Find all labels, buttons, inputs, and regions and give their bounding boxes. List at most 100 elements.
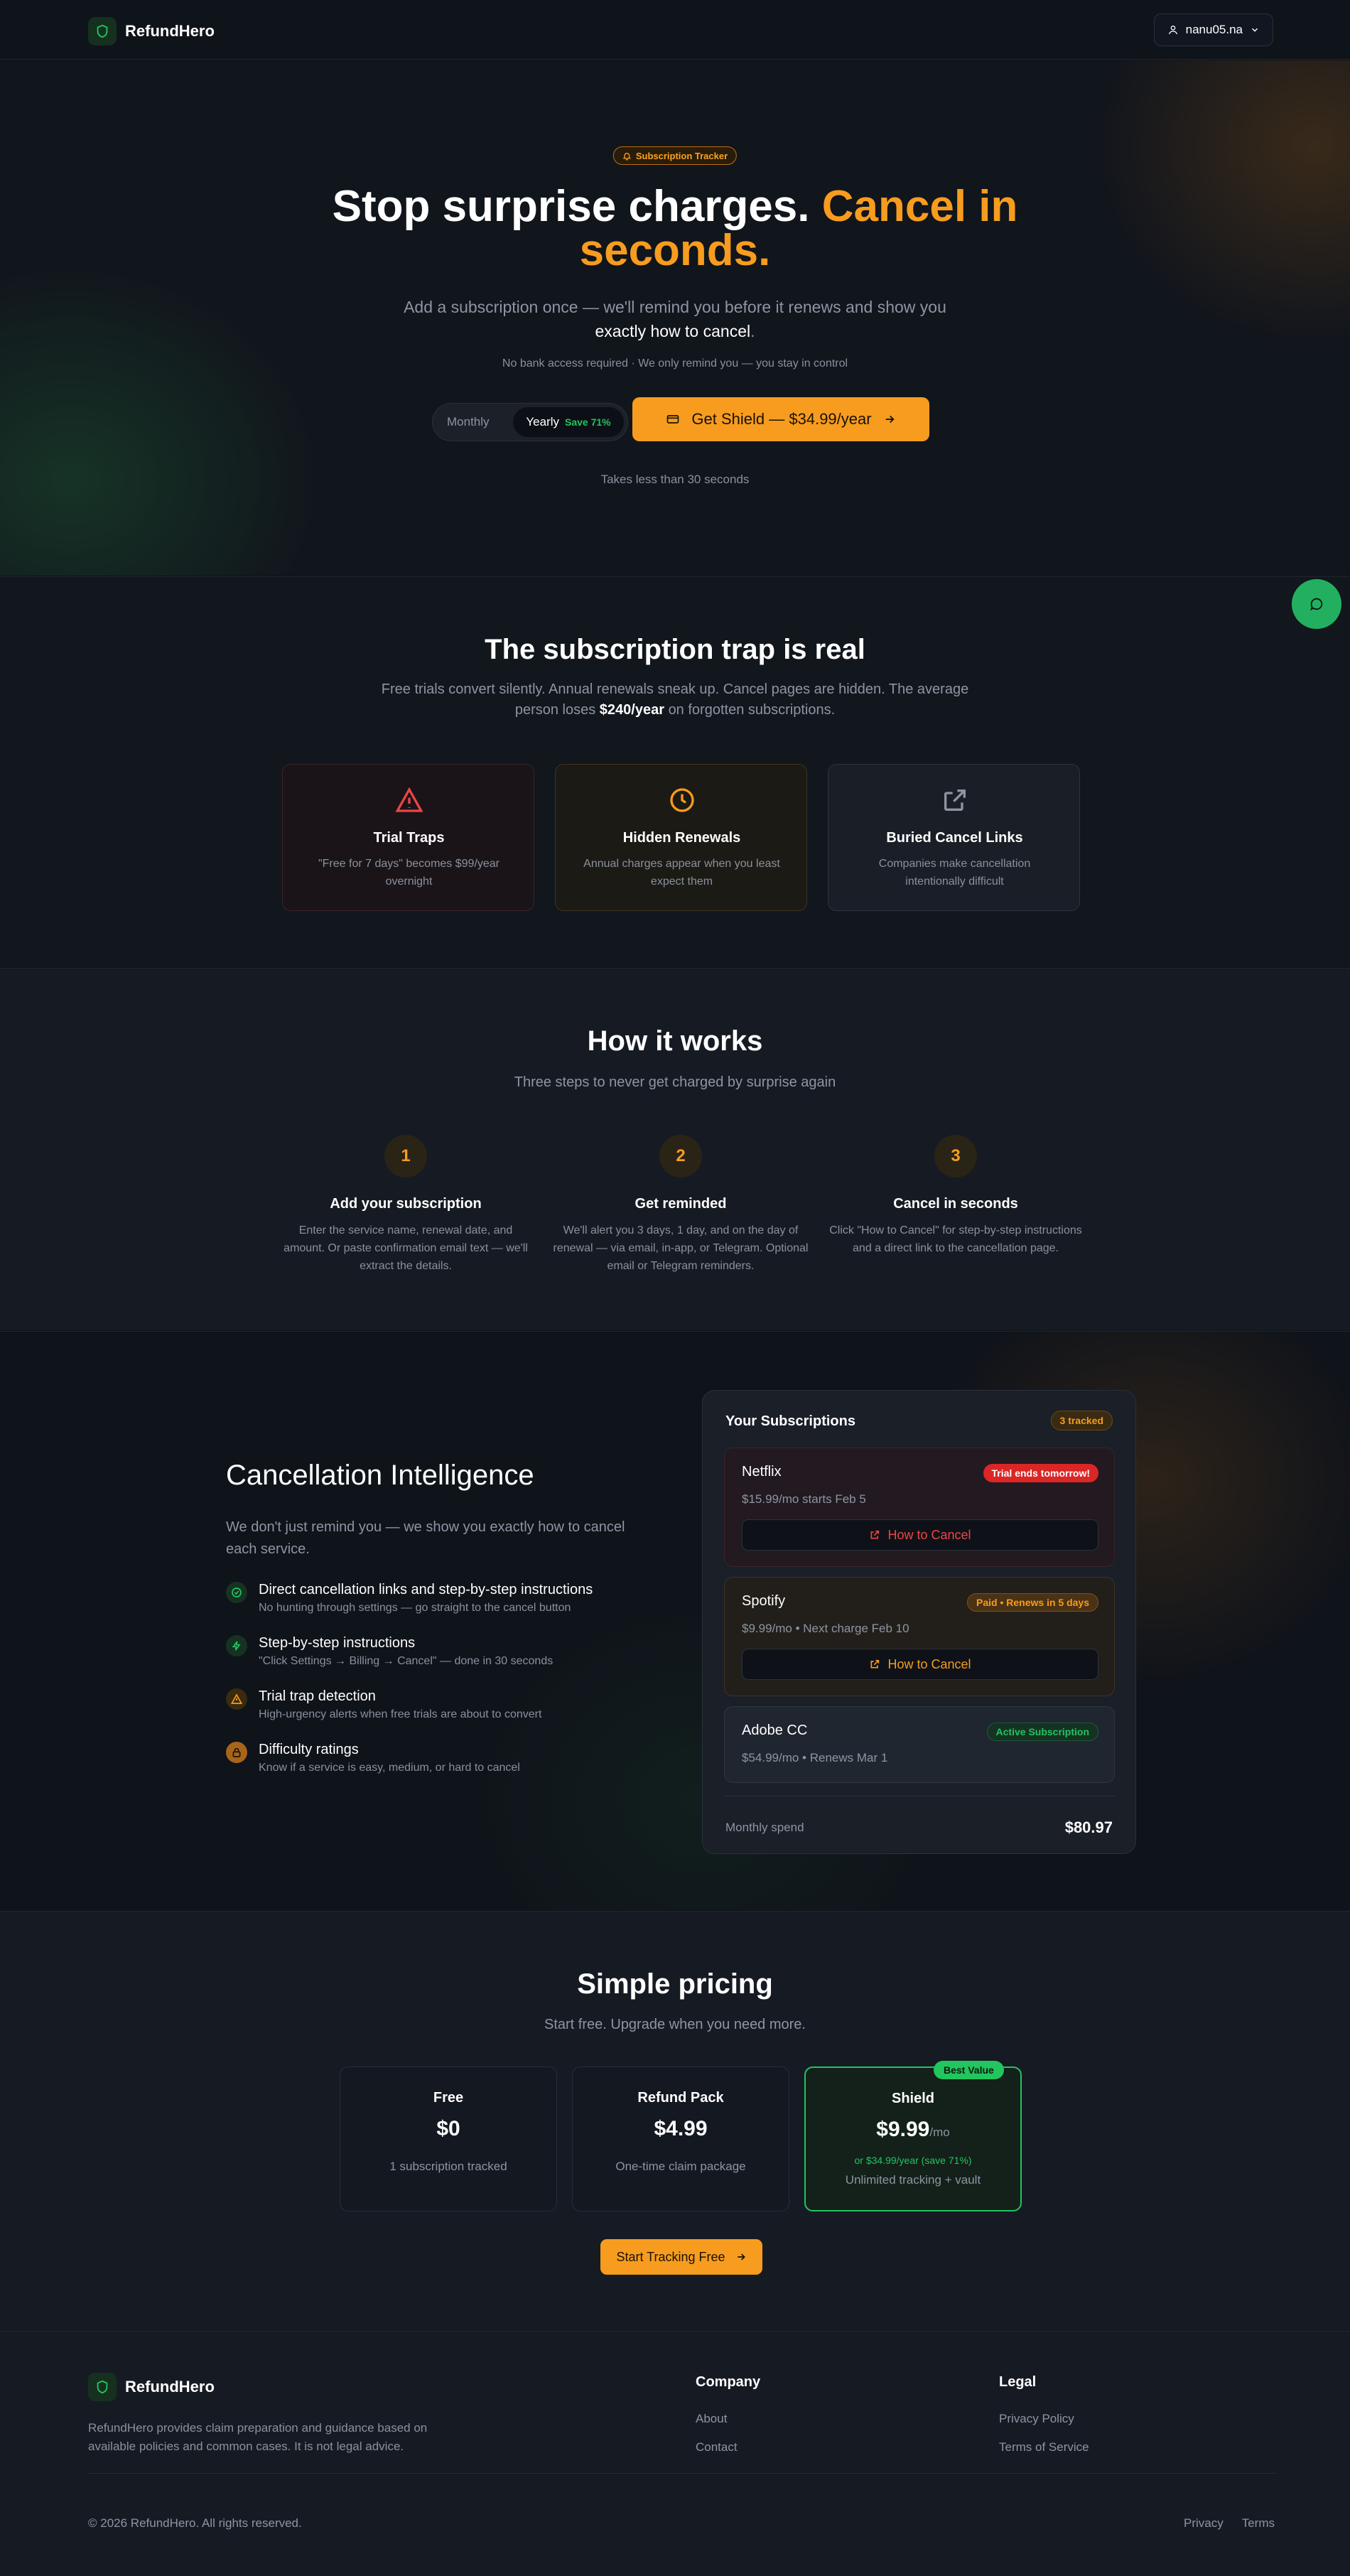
step-desc: We'll alert you 3 days, 1 day, and on th… (553, 1224, 809, 1272)
hero-section: Subscription Tracker Stop surprise charg… (0, 60, 1350, 576)
step-number: 3 (934, 1135, 977, 1177)
card-desc: Companies make cancellation intentionall… (878, 858, 1031, 888)
start-tracking-button[interactable]: Start Tracking Free (600, 2239, 762, 2275)
pricing-section: Simple pricing Start free. Upgrade when … (0, 1911, 1350, 2330)
card-desc: Annual charges appear when you least exp… (583, 858, 780, 888)
subscription-price: $54.99/mo • Renews Mar 1 (742, 1751, 888, 1764)
brand-logo[interactable]: RefundHero (88, 17, 215, 45)
site-footer: RefundHero RefundHero provides claim pre… (0, 2331, 1350, 2576)
hero-subtitle-strong: exactly how to cancel (595, 322, 751, 340)
external-link-icon (870, 1530, 880, 1539)
plan-free[interactable]: Free $0 1 subscription tracked (340, 2066, 557, 2211)
subscription-name: Adobe CC (742, 1723, 808, 1738)
footer-link-terms-of-service[interactable]: Terms of Service (999, 2440, 1089, 2454)
subscription-adobe: Adobe CC Active Subscription $54.99/mo •… (724, 1706, 1115, 1783)
subscriptions-panel: Your Subscriptions 3 tracked Netflix Tri… (702, 1390, 1136, 1854)
feature-desc: High-urgency alerts when free trials are… (259, 1708, 542, 1720)
trap-title: The subscription trap is real (485, 634, 865, 665)
feature-title: Trial trap detection (259, 1688, 376, 1704)
how-to-cancel-button[interactable]: How to Cancel (742, 1519, 1098, 1551)
hero-title-orange-2: seconds. (579, 226, 771, 275)
billing-toggle[interactable]: Monthly Yearly Save 71% (432, 403, 628, 441)
trap-card-renewals: Hidden Renewals Annual charges appear wh… (555, 764, 807, 911)
copyright: © 2026 RefundHero. All rights reserved. (88, 2516, 302, 2530)
start-tracking-label: Start Tracking Free (616, 2249, 725, 2264)
plan-shield[interactable]: Best Value Shield $9.99/mo or $34.99/yea… (804, 2061, 1022, 2211)
footer-legal-col: Legal Privacy Policy Terms of Service (999, 2374, 1089, 2469)
get-shield-button[interactable]: Get Shield — $34.99/year (632, 397, 929, 441)
plan-price: $4.99 (654, 2117, 708, 2140)
toggle-yearly[interactable]: Yearly Save 71% (513, 407, 624, 437)
card-title: Buried Cancel Links (886, 830, 1023, 846)
footer-link-privacy-policy[interactable]: Privacy Policy (999, 2412, 1089, 2426)
plan-name: Shield (891, 2091, 934, 2106)
trap-desc-amount: $240/year (599, 702, 664, 718)
step-title: Get reminded (634, 1196, 727, 1212)
user-name: nanu05.na (1185, 23, 1243, 36)
intel-title: Cancellation Intelligence (226, 1460, 534, 1491)
plan-desc: Unlimited tracking + vault (845, 2173, 981, 2187)
footer-desc: RefundHero provides claim preparation an… (88, 2421, 428, 2453)
plan-desc: 1 subscription tracked (389, 2160, 507, 2173)
plan-price: $9.99/mo (806, 2118, 1020, 2142)
plan-yearly-note: or $34.99/year (save 71%) (854, 2155, 972, 2166)
external-link-icon (944, 789, 966, 811)
subscription-netflix: Netflix Trial ends tomorrow! $15.99/mo s… (724, 1448, 1115, 1567)
trap-card-trial: Trial Traps "Free for 7 days" becomes $9… (282, 764, 534, 911)
plan-price: $0 (436, 2117, 460, 2140)
brand-name: RefundHero (125, 22, 215, 40)
footer-link-contact[interactable]: Contact (696, 2440, 760, 2454)
hero-title-orange-1: Cancel in (821, 182, 1018, 231)
chat-button[interactable] (1292, 579, 1341, 629)
tracked-count-badge: 3 tracked (1050, 1411, 1113, 1430)
footer-brand-name: RefundHero (125, 2378, 215, 2396)
trap-desc-start: person loses (514, 702, 596, 718)
footer-brand[interactable]: RefundHero (88, 2373, 215, 2401)
status-badge: Active Subscription (986, 1723, 1098, 1741)
warning-icon (226, 1688, 247, 1710)
hero-title-white: Stop surprise charges. (332, 182, 810, 231)
feature-title: Step-by-step instructions (259, 1635, 416, 1651)
footer-col-title: Legal (999, 2374, 1037, 2390)
site-header: RefundHero nanu05.na (0, 0, 1350, 60)
bell-icon (622, 152, 632, 161)
arrow-right-icon (885, 415, 895, 424)
footer-col-title: Company (696, 2374, 761, 2390)
step-2: 2 Get reminded We'll alert you 3 days, 1… (553, 1135, 809, 1275)
how-to-cancel-button[interactable]: How to Cancel (742, 1649, 1098, 1680)
arrow-right-icon (737, 2253, 745, 2260)
footer-link-privacy[interactable]: Privacy (1184, 2516, 1224, 2531)
intel-desc: We don't just remind you — we show you e… (226, 1519, 625, 1557)
how-subtitle: Three steps to never get charged by surp… (514, 1074, 836, 1090)
footer-link-about[interactable]: About (696, 2412, 760, 2426)
step-3: 3 Cancel in seconds Click "How to Cancel… (828, 1135, 1084, 1257)
how-to-cancel-label: How to Cancel (887, 1656, 971, 1671)
check-circle-icon (226, 1582, 247, 1603)
toggle-yearly-label: Yearly (526, 415, 560, 429)
user-menu-button[interactable]: nanu05.na (1153, 14, 1273, 46)
hero-subtitle-end: . (750, 322, 755, 340)
plan-name: Free (433, 2090, 464, 2106)
external-link-icon (870, 1659, 880, 1669)
shield-icon (88, 2373, 117, 2401)
panel-title: Your Subscriptions (725, 1413, 855, 1429)
pricing-title: Simple pricing (577, 1968, 773, 2000)
step-1: 1 Add your subscription Enter the servic… (278, 1135, 534, 1275)
footer-link-terms[interactable]: Terms (1242, 2516, 1275, 2531)
step-desc: Enter the service name, renewal date, an… (284, 1224, 528, 1272)
footer-company-col: Company About Contact (696, 2374, 760, 2469)
save-badge: Save 71% (565, 416, 611, 428)
plan-refund-pack[interactable]: Refund Pack $4.99 One-time claim package (572, 2066, 789, 2211)
trap-section: The subscription trap is real Free trial… (0, 576, 1350, 967)
feature-desc: Know if a service is easy, medium, or ha… (259, 1762, 520, 1774)
step-title: Cancel in seconds (893, 1196, 1018, 1212)
best-value-badge: Best Value (934, 2061, 1004, 2079)
how-title: How it works (587, 1025, 763, 1057)
credit-card-icon (667, 415, 679, 424)
subscription-price: $9.99/mo • Next charge Feb 10 (742, 1622, 909, 1635)
feature-desc: No hunting through settings — go straigh… (259, 1602, 571, 1614)
subscription-name: Netflix (742, 1464, 782, 1480)
toggle-monthly[interactable]: Monthly (447, 415, 490, 429)
cancellation-intelligence-section: Cancellation Intelligence We don't just … (0, 1331, 1350, 1910)
plan-desc: One-time claim package (615, 2160, 746, 2173)
